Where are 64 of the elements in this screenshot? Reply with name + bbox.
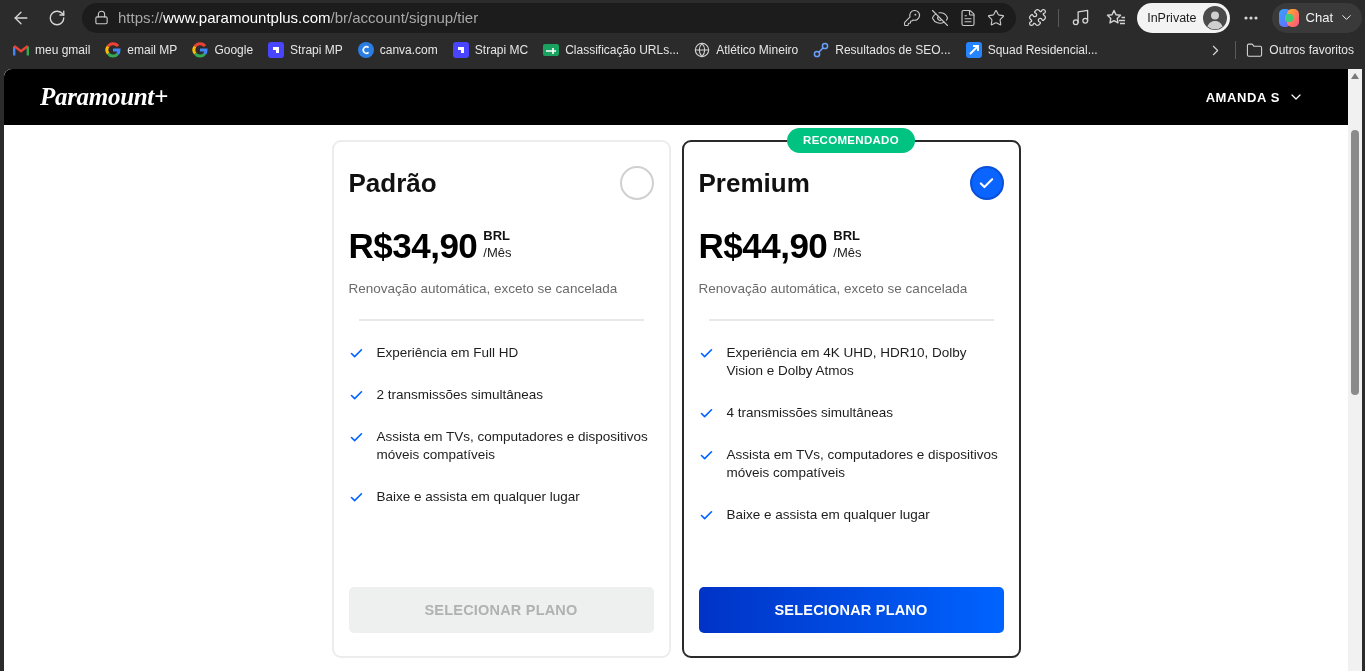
address-bar[interactable]: https://www.paramountplus.com/br/account/signup/tier [82,2,1017,33]
scroll-up-icon [1351,73,1359,79]
avatar-icon [1202,5,1227,30]
circle-logo-icon [357,42,374,58]
feature-text: Assista em TVs, computadores e dispositivos móveis compatíveis [376,428,649,464]
bookmark-link[interactable]: meu gmail [8,37,96,63]
scrollbar-thumb[interactable] [1351,130,1359,395]
site-logo[interactable]: Paramount+ [40,83,168,111]
period-label: /Mês [833,244,862,261]
feature-text: 2 transmissões simultâneas [376,386,544,404]
plan-price: R$44,90 [698,226,828,266]
g-logo-icon [192,42,209,58]
plan-price: R$34,90 [348,226,478,266]
bookmark-link[interactable]: Atlético Mineiro [689,37,804,63]
currency-label: BRL [833,227,862,244]
recommended-badge: RECOMENDADO [787,128,915,153]
inprivate-button[interactable]: InPrivate [1137,2,1230,33]
chat-button[interactable]: Chat [1271,2,1362,33]
bookmark-link[interactable]: Google [187,37,259,63]
puzzle-icon [1027,8,1047,27]
m-envelope-icon [13,44,29,56]
key-icon [903,8,922,27]
document-icon [959,8,978,27]
square-logo-icon [268,42,285,58]
plan-name: Padrão [348,167,437,199]
g-logo-icon [105,42,122,58]
renewal-note: Renovação automática, exceto se cancelada [348,280,619,298]
arrows-tile-icon [965,42,982,58]
bookmark-link[interactable]: Squad Residencial... [960,37,1103,63]
currency-label: BRL [483,227,512,244]
feature-text: Baixe e assista em qualquer lugar [726,506,930,524]
music-note-icon [1070,8,1090,27]
bookmark-folder[interactable]: Outros favoritos [1241,37,1359,63]
account-menu[interactable]: AMANDA S [1205,89,1304,105]
feature-text: Assista em TVs, computadores e dispositivos móveis compatíveis [726,446,999,482]
folder-icon [1246,41,1264,59]
bookmark-link[interactable]: Strapi MC [447,37,534,63]
bookmark-link[interactable]: Classificação URLs... [538,37,685,63]
sheet-icon [543,44,560,56]
period-label: /Mês [483,244,512,261]
radio-button[interactable] [969,166,1004,200]
renewal-note: Renovação automática, exceto se cancelada [698,280,969,298]
nodes-icon [813,42,830,58]
plan-name: Premium [698,167,810,199]
feature-text: Baixe e assista em qualquer lugar [376,488,580,506]
bookmark-link[interactable]: email MP [100,37,183,63]
more-icon [1243,15,1258,20]
lock-icon [94,10,109,25]
feature-text: 4 transmissões simultâneas [726,404,894,422]
globe-icon [694,42,711,58]
feature-text: Experiência em Full HD [376,344,519,362]
star-icon [987,8,1006,27]
bookmark-link[interactable]: Strapi MP [263,37,348,63]
eye-slash-icon [931,8,950,27]
bookmark-link[interactable]: Resultados de SEO... [808,37,956,63]
colorful-logo-icon [1277,6,1300,29]
feature-text: Experiência em 4K UHD, HDR10, Dolby Vision e Dolby Atmos [726,344,968,380]
scrollbar[interactable] [1348,69,1362,671]
url-text: https://www.paramountplus.com/br/account/signup/tier [118,9,480,26]
select-plan-button[interactable]: SELECIONAR PLANO [698,587,1004,633]
star-list-icon [1106,8,1127,27]
refresh-icon [48,8,66,27]
square-logo-icon [452,42,469,58]
bookmark-link[interactable]: canva.com [352,37,443,63]
